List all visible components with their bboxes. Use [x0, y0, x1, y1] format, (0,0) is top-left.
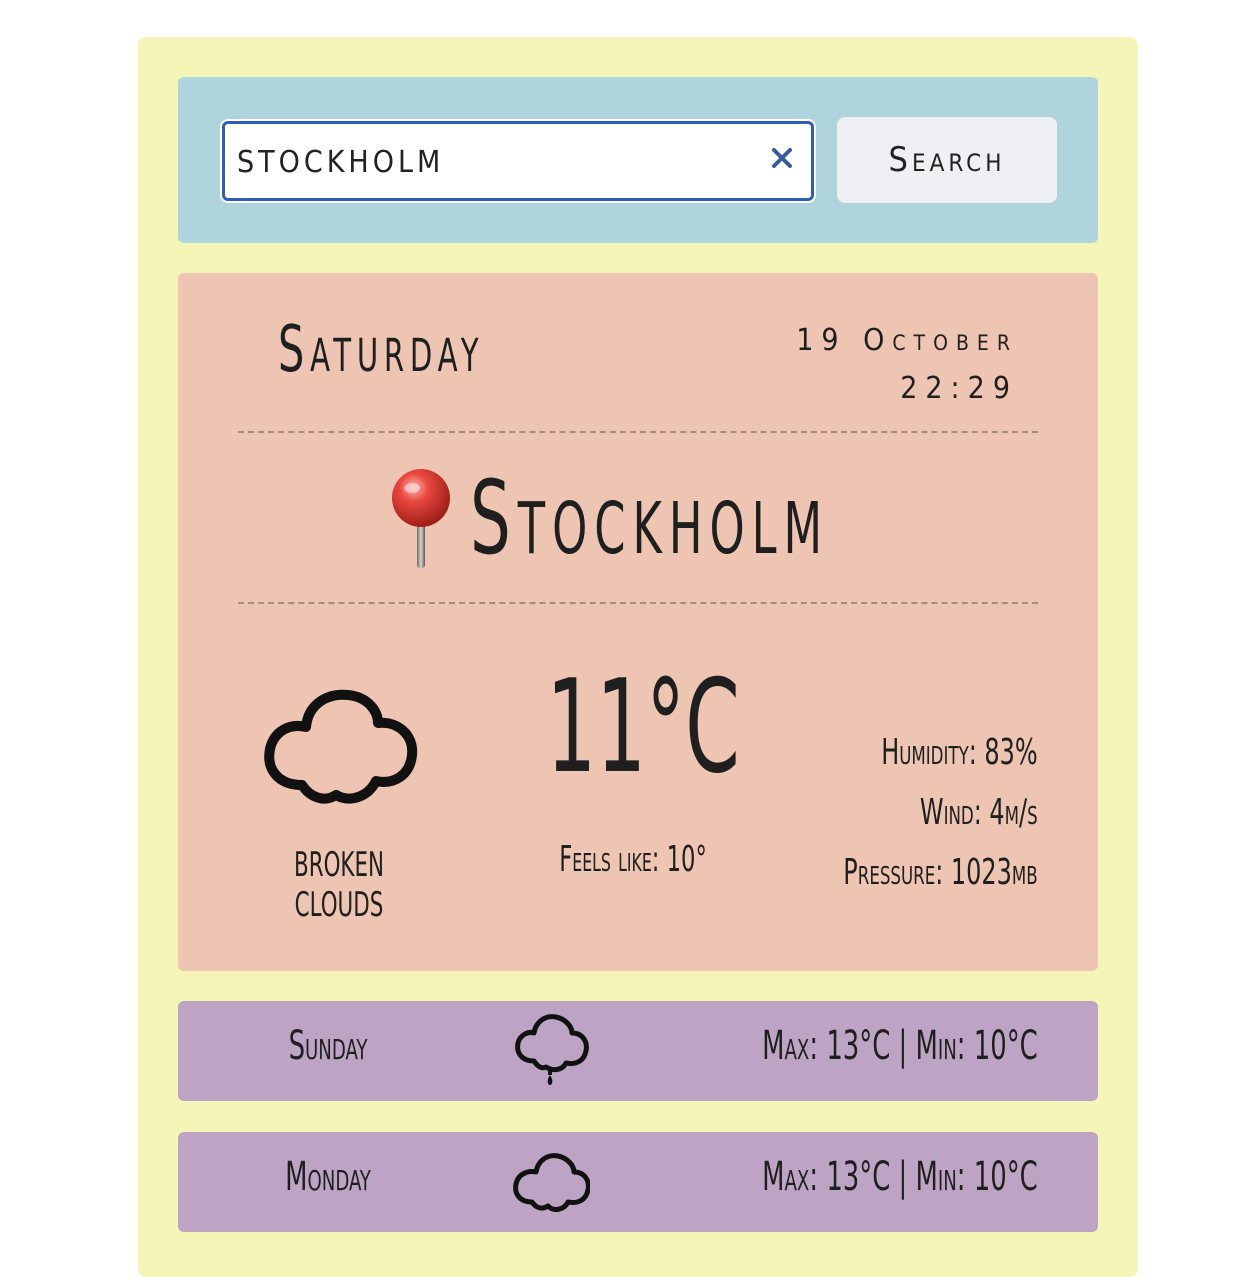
search-button[interactable]: Search — [837, 117, 1057, 203]
forecast-day: Sunday — [288, 1023, 368, 1069]
date-time: 19 October 22:29 — [796, 317, 1018, 413]
location: Stockholm — [178, 459, 1098, 578]
weather-details: Humidity: 83% Wind: 4m/s Pressure: 1023m… — [844, 723, 1038, 903]
cloud-icon — [513, 1153, 590, 1212]
divider — [238, 431, 1038, 433]
weather-app: Search Saturday 19 October 22:29 — [138, 37, 1138, 1277]
temperature: 11°C — [546, 653, 740, 802]
forecast-row: Monday Max: 13°C | Min: 10°C — [178, 1132, 1098, 1232]
wind: Wind: 4m/s — [920, 792, 1038, 833]
humidity: Humidity: 83% — [881, 732, 1038, 773]
search-panel: Search — [178, 77, 1098, 243]
feels-like: Feels like: 10° — [559, 839, 707, 880]
search-field[interactable] — [222, 121, 814, 201]
divider — [238, 602, 1038, 604]
current-day: Saturday — [278, 313, 485, 387]
current-weather-card: Saturday 19 October 22:29 Stockholm BROK… — [178, 273, 1098, 971]
forecast-day: Monday — [285, 1154, 371, 1200]
pressure: Pressure: 1023mb — [843, 852, 1038, 893]
cloud-icon — [264, 689, 418, 804]
search-input[interactable] — [235, 124, 759, 200]
clear-icon[interactable] — [769, 145, 795, 171]
current-time: 22:29 — [900, 371, 1018, 406]
cloud-rain-drop-icon — [515, 1014, 589, 1085]
round-pushpin-icon — [392, 469, 450, 568]
city-name: Stockholm — [470, 458, 830, 578]
forecast-temps: Max: 13°C | Min: 10°C — [762, 1023, 1038, 1069]
current-date: 19 October — [796, 323, 1018, 358]
forecast-row: Sunday Max: 13°C | Min: 10°C — [178, 1001, 1098, 1101]
forecast-temps: Max: 13°C | Min: 10°C — [762, 1154, 1038, 1200]
condition-label: broken clouds — [294, 845, 384, 925]
